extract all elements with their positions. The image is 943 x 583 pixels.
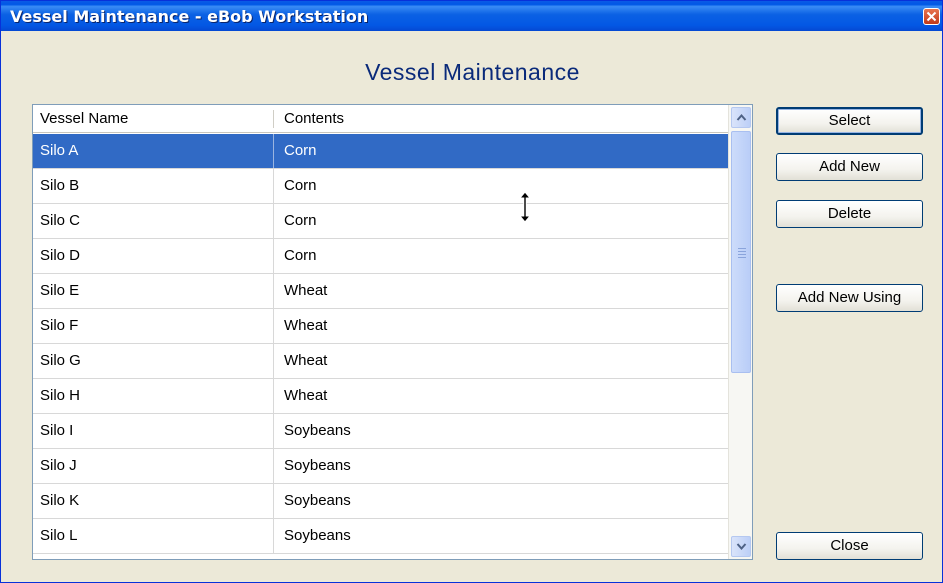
cell-contents[interactable]: Wheat xyxy=(275,274,728,308)
thumb-grip xyxy=(738,248,746,249)
table-row[interactable]: Silo K Soybeans xyxy=(33,484,728,519)
table-row[interactable]: Silo C Corn xyxy=(33,204,728,239)
thumb-grip xyxy=(738,257,746,258)
window-close-button[interactable] xyxy=(923,8,940,25)
select-button[interactable]: Select xyxy=(776,107,923,135)
vertical-scrollbar[interactable] xyxy=(728,105,752,559)
cell-vessel-name[interactable]: Silo G xyxy=(33,344,274,378)
column-separator[interactable] xyxy=(273,110,274,128)
scroll-up-button[interactable] xyxy=(731,107,751,128)
cell-vessel-name[interactable]: Silo D xyxy=(33,239,274,273)
close-icon xyxy=(926,11,937,22)
cell-contents[interactable]: Corn xyxy=(275,239,728,273)
cell-contents[interactable]: Soybeans xyxy=(275,414,728,448)
scrollbar-thumb[interactable] xyxy=(731,131,751,373)
delete-button[interactable]: Delete xyxy=(776,200,923,228)
page-heading: Vessel Maintenance xyxy=(365,59,580,85)
cell-vessel-name[interactable]: Silo A xyxy=(33,134,274,168)
add-new-using-button[interactable]: Add New Using xyxy=(776,284,923,312)
close-button[interactable]: Close xyxy=(776,532,923,560)
scroll-down-button[interactable] xyxy=(731,536,751,557)
title-bar[interactable]: Vessel Maintenance - eBob Workstation xyxy=(1,1,942,31)
table-row[interactable]: Silo B Corn xyxy=(33,169,728,204)
cell-contents[interactable]: Wheat xyxy=(275,309,728,343)
cell-vessel-name[interactable]: Silo L xyxy=(33,519,274,553)
column-header-contents[interactable]: Contents xyxy=(284,110,344,127)
table-row[interactable]: Silo I Soybeans xyxy=(33,414,728,449)
table-row[interactable]: Silo F Wheat xyxy=(33,309,728,344)
grid-header: Vessel Name Contents xyxy=(33,105,728,133)
table-row[interactable]: Silo A Corn xyxy=(33,134,728,169)
thumb-grip xyxy=(738,254,746,255)
cell-contents[interactable]: Corn xyxy=(275,169,728,203)
chevron-up-icon xyxy=(736,113,747,121)
cell-vessel-name[interactable]: Silo E xyxy=(33,274,274,308)
table-row[interactable]: Silo E Wheat xyxy=(33,274,728,309)
cell-contents[interactable]: Wheat xyxy=(275,344,728,378)
chevron-down-icon xyxy=(736,543,747,551)
window-title: Vessel Maintenance - eBob Workstation xyxy=(10,7,369,26)
vessel-grid[interactable]: Vessel Name Contents Silo A Corn Silo B Cor… xyxy=(32,104,753,560)
table-row[interactable]: Silo H Wheat xyxy=(33,379,728,414)
cell-contents[interactable]: Soybeans xyxy=(275,449,728,483)
table-row[interactable]: Silo L Soybeans xyxy=(33,519,728,554)
cell-contents[interactable]: Corn xyxy=(275,134,728,168)
cell-vessel-name[interactable]: Silo K xyxy=(33,484,274,518)
vessel-maintenance-window: Vessel Maintenance - eBob Workstation Ve… xyxy=(0,0,943,583)
resize-vertical-cursor-icon xyxy=(519,191,531,223)
grid-rows: Silo A Corn Silo B Corn Silo C Corn Silo D Corn… xyxy=(33,134,728,554)
cell-vessel-name[interactable]: Silo J xyxy=(33,449,274,483)
cell-vessel-name[interactable]: Silo C xyxy=(33,204,274,238)
table-row[interactable]: Silo G Wheat xyxy=(33,344,728,379)
table-row[interactable]: Silo J Soybeans xyxy=(33,449,728,484)
add-new-button[interactable]: Add New xyxy=(776,153,923,181)
cell-contents[interactable]: Soybeans xyxy=(275,484,728,518)
table-row[interactable]: Silo D Corn xyxy=(33,239,728,274)
cell-contents[interactable]: Soybeans xyxy=(275,519,728,553)
cell-vessel-name[interactable]: Silo I xyxy=(33,414,274,448)
cell-vessel-name[interactable]: Silo B xyxy=(33,169,274,203)
column-header-vessel-name[interactable]: Vessel Name xyxy=(40,110,128,127)
cell-vessel-name[interactable]: Silo F xyxy=(33,309,274,343)
thumb-grip xyxy=(738,251,746,252)
cell-contents[interactable]: Wheat xyxy=(275,379,728,413)
cell-vessel-name[interactable]: Silo H xyxy=(33,379,274,413)
cell-contents[interactable]: Corn xyxy=(275,204,728,238)
